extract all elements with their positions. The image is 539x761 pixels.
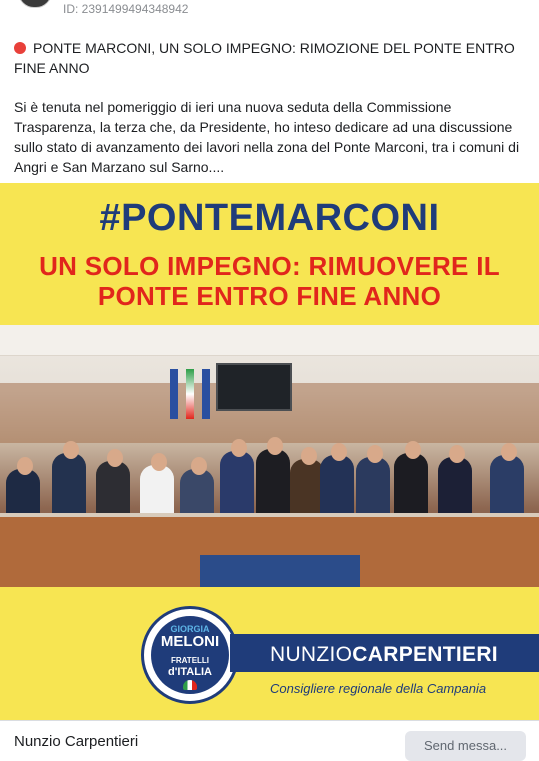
ad-image[interactable]: #PONTEMARCONI UN SOLO IMPEGNO: RIMUOVERE…	[0, 183, 539, 720]
group-photo	[0, 325, 539, 587]
red-circle-icon	[14, 42, 26, 54]
logo-inner: GIORGIA MELONI FRATELLI d'ITALIA	[151, 616, 229, 694]
photo-head	[301, 447, 317, 465]
headline-text: PONTE MARCONI, UN SOLO IMPEGNO: RIMOZION…	[14, 40, 515, 76]
candidate-name: NUNZIOCARPENTIERI	[270, 643, 498, 667]
logo-text-meloni: MELONI	[160, 633, 220, 650]
photo-head	[191, 457, 207, 475]
fratelli-italia-logo: GIORGIA MELONI FRATELLI d'ITALIA	[141, 606, 239, 704]
photo-head	[405, 441, 421, 459]
photo-head	[367, 445, 383, 463]
send-message-button[interactable]: Send messa...	[405, 731, 526, 761]
ad-subtitle-line1: UN SOLO IMPEGNO: RIMUOVERE IL	[39, 251, 500, 281]
candidate-first-name: NUNZIO	[270, 643, 353, 666]
candidate-name-bar: NUNZIOCARPENTIERI	[230, 634, 539, 672]
divider	[0, 720, 539, 721]
post-body: Si è tenuta nel pomeriggio di ieri una n…	[14, 99, 520, 175]
ad-subtitle-line2: PONTE ENTRO FINE ANNO	[97, 281, 442, 311]
ad-hashtag: #PONTEMARCONI	[99, 197, 440, 239]
photo-head	[151, 453, 167, 471]
ad-id: ID: 2391499494348942	[63, 2, 189, 16]
photo-head	[231, 439, 247, 457]
photo-head	[17, 457, 33, 475]
photo-head	[331, 443, 347, 461]
candidate-role: Consigliere regionale della Campania	[270, 681, 487, 696]
page-name[interactable]: Nunzio Carpentieri	[14, 733, 138, 750]
logo-text-italia: d'ITALIA	[168, 666, 212, 678]
post-headline: PONTE MARCONI, UN SOLO IMPEGNO: RIMOZION…	[14, 38, 526, 78]
photo-head	[63, 441, 79, 459]
photo-floor	[200, 555, 360, 587]
tricolor-flame-icon	[183, 680, 197, 690]
photo-head	[107, 449, 123, 467]
avatar[interactable]	[18, 0, 52, 8]
photo-head	[501, 443, 517, 461]
photo-head	[267, 437, 283, 455]
photo-ceiling	[0, 325, 539, 356]
photo-head	[449, 445, 465, 463]
candidate-last-name: CARPENTIERI	[352, 643, 498, 666]
logo-text-fratelli: FRATELLI	[170, 656, 210, 665]
